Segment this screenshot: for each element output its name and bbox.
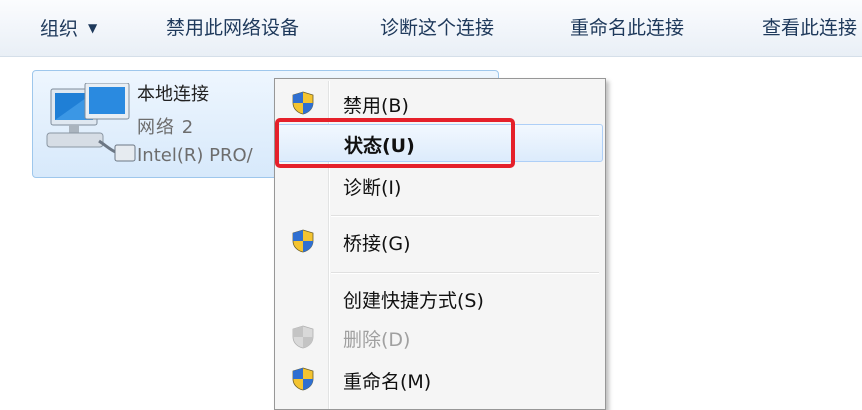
- menu-separator: [331, 215, 599, 217]
- menu-item-label: 删除(D): [343, 329, 411, 351]
- network-label: 网络 2: [137, 117, 195, 138]
- device-name: Intel(R) PRO/: [137, 145, 253, 166]
- view-status-button[interactable]: 查看此连接: [762, 14, 857, 42]
- organize-menu-button[interactable]: 组织 ▼: [40, 14, 97, 42]
- dropdown-arrow-icon: ▼: [88, 21, 98, 35]
- uac-shield-icon: [292, 325, 314, 349]
- network-adapter-icon: [46, 83, 136, 162]
- connection-name: 本地连接: [137, 84, 209, 105]
- menu-separator: [331, 272, 599, 274]
- menu-item-label: 重命名(M): [343, 371, 432, 393]
- menu-item-delete: 删除(D): [277, 319, 601, 355]
- menu-item-bridge[interactable]: 桥接(G): [277, 223, 601, 259]
- menu-item-label: 诊断(I): [343, 177, 402, 199]
- menu-item-label: 禁用(B): [343, 95, 409, 117]
- uac-shield-icon: [292, 91, 314, 115]
- organize-label: 组织: [40, 18, 79, 40]
- menu-item-diagnose[interactable]: 诊断(I): [277, 167, 601, 203]
- disable-device-button[interactable]: 禁用此网络设备: [166, 14, 299, 42]
- menu-item-label: 桥接(G): [343, 233, 411, 255]
- uac-shield-icon: [292, 367, 314, 391]
- uac-shield-icon: [292, 229, 314, 253]
- menu-item-create-shortcut[interactable]: 创建快捷方式(S): [277, 280, 601, 316]
- menu-item-rename[interactable]: 重命名(M): [277, 361, 601, 397]
- command-bar: 组织 ▼ 禁用此网络设备 诊断这个连接 重命名此连接 查看此连接: [0, 0, 862, 57]
- diagnose-connection-button[interactable]: 诊断这个连接: [380, 14, 494, 42]
- menu-item-disable[interactable]: 禁用(B): [277, 85, 601, 121]
- rename-connection-button[interactable]: 重命名此连接: [570, 14, 684, 42]
- status-highlight-annotation: [275, 118, 515, 168]
- menu-item-label: 创建快捷方式(S): [343, 290, 484, 312]
